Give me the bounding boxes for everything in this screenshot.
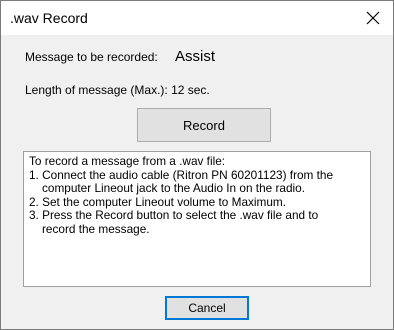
title-bar: .wav Record	[1, 1, 393, 35]
instruction-line: computer Lineout jack to the Audio In on…	[42, 181, 305, 196]
window-title: .wav Record	[10, 10, 88, 26]
close-icon	[366, 11, 380, 25]
instruction-line: 2. Set the computer Lineout volume to Ma…	[29, 194, 287, 209]
instructions-textbox: To record a message from a .wav file: 1.…	[23, 151, 371, 287]
dialog-body: Message to be recorded: Assist Length of…	[1, 35, 393, 329]
cancel-button[interactable]: Cancel	[165, 296, 249, 320]
instruction-line: To record a message from a .wav file:	[29, 154, 226, 168]
instruction-line: record the message.	[42, 221, 150, 236]
wav-record-dialog: .wav Record Message to be recorded: Assi…	[0, 0, 394, 330]
close-button[interactable]	[353, 1, 393, 35]
length-label: Length of message (Max.): 12 sec.	[25, 83, 210, 97]
message-label: Message to be recorded:	[25, 50, 158, 64]
message-value: Assist	[175, 48, 216, 65]
instruction-line: 3. Press the Record button to select the…	[29, 208, 319, 223]
record-button[interactable]: Record	[137, 108, 271, 142]
instruction-line: 1. Connect the audio cable (Ritron PN 60…	[29, 167, 334, 182]
